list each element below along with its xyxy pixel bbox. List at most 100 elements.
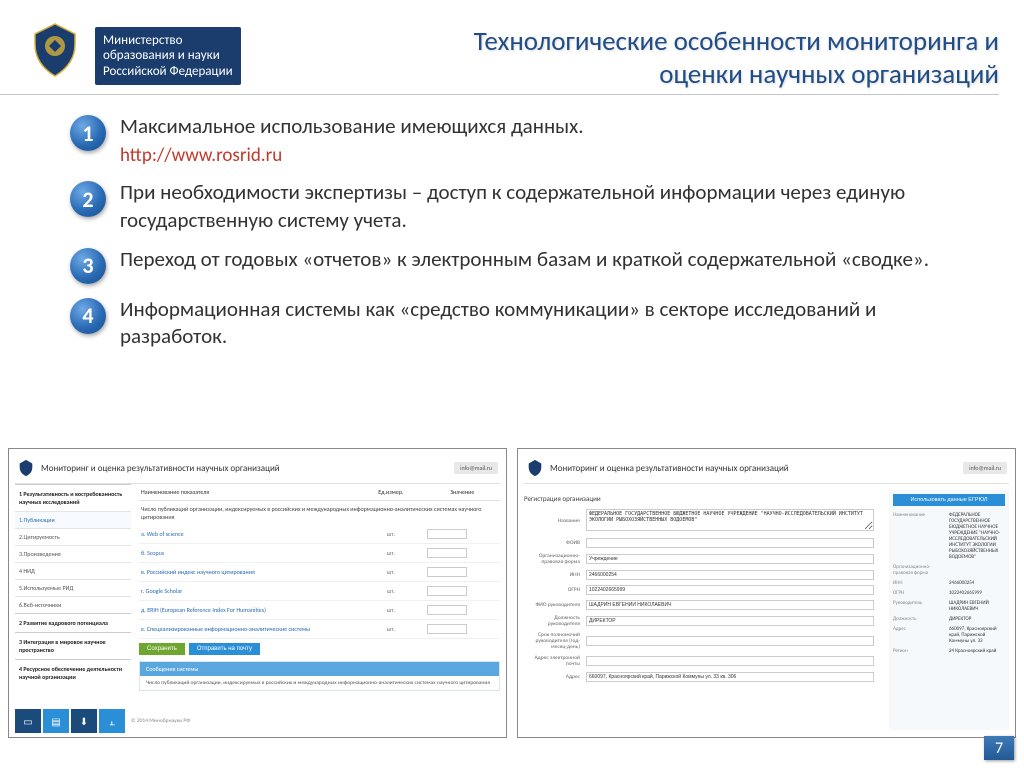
row-name: д. ERIH (European Reference Index For Hu… [141, 606, 355, 614]
sidebar-head-4[interactable]: 4 Ресурсное обеспечение деятельности нау… [15, 659, 131, 686]
shot2-title: Мониторинг и оценка результативности нау… [550, 463, 957, 474]
col-unit: Ед.измер. [355, 488, 426, 496]
item-1-url[interactable]: http://www.rosrid.ru [120, 144, 584, 167]
tile-doc-icon[interactable]: ▤ [43, 709, 69, 733]
table-row: д. ERIH (European Reference Index For Hu… [139, 601, 500, 620]
table-row: a. Web of scienceшт. [139, 525, 500, 544]
table-row: г. Google Scholarшт. [139, 582, 500, 601]
egrul-button[interactable]: Использовать данные ЕГРЮЛ [893, 494, 1005, 506]
shot1-sidebar: 1 Результативность и востребованность на… [15, 484, 135, 730]
email-field[interactable] [586, 656, 874, 666]
screenshot-1: Мониторинг и оценка результативности нау… [8, 448, 507, 738]
emblem-icon [17, 459, 35, 477]
ministry-line1: Министерство [103, 33, 233, 49]
ministry-line3: Российской Федерации [103, 64, 233, 80]
r-addr-val: 660097, Красноярский край, Парижской Ком… [949, 626, 1005, 644]
item-1-text: Максимальное использование имеющихся дан… [120, 113, 584, 140]
row-unit: шт. [355, 530, 426, 538]
badge-1: 1 [70, 115, 106, 151]
r-opf-val [949, 564, 1005, 576]
col-name: Наименование показателя [141, 488, 355, 496]
r-ogrn-lbl: ОГРН [893, 590, 949, 596]
opf-label: Организационно-правовая форма [524, 553, 586, 565]
value-input[interactable] [427, 529, 467, 539]
tile-briefcase-icon[interactable]: ▭ [15, 709, 41, 733]
send-button[interactable]: Отправить на почту [189, 643, 260, 655]
row-name: б. Scopus [141, 549, 355, 557]
row-unit: шт. [355, 549, 426, 557]
col-val: Значение [427, 488, 498, 496]
ministry-line2: образования и науки [103, 48, 233, 64]
table-header: Наименование показателя Ед.измер. Значен… [139, 484, 500, 501]
login-badge[interactable]: info@mail.ru [454, 462, 498, 474]
list-item: 4 Информационная системы как «средство к… [70, 296, 984, 351]
save-button[interactable]: Сохранить [139, 643, 185, 655]
r-ruk-lbl: Руководитель [893, 600, 949, 612]
fio-label: ФИО руководителя [524, 602, 586, 608]
foiv-field[interactable] [586, 538, 874, 548]
ministry-name: Министерство образования и науки Российс… [95, 27, 241, 86]
r-ruk-val: ШАДРИН ЕВГЕНИЙ НИКОЛАЕВИЧ [949, 600, 1005, 612]
r-name-lbl: Наименование [893, 512, 949, 560]
term-label: Срок полномочий руководителя (год-месяц-… [524, 632, 586, 650]
table-row: б. Scopusшт. [139, 544, 500, 563]
r-inn-val: 2466000254 [949, 580, 1005, 586]
item-2-text: При необходимости экспертизы – доступ к … [120, 179, 984, 234]
ogrn-field[interactable] [586, 585, 874, 595]
sidebar-item[interactable]: 6.Веб-источники [15, 596, 131, 613]
r-reg-val: 24 Красноярский край [949, 648, 1005, 654]
sidebar-item[interactable]: 1.Публикации [15, 511, 131, 528]
shot1-title: Мониторинг и оценка результативности нау… [41, 463, 448, 474]
fio-field[interactable] [586, 600, 874, 610]
tile-chart-icon[interactable]: ⫠ [99, 709, 125, 733]
value-input[interactable] [427, 567, 467, 577]
row-unit: шт. [355, 606, 426, 614]
r-reg-lbl: Регион [893, 648, 949, 654]
list-item: 1 Максимальное использование имеющихся д… [70, 113, 984, 167]
r-pos-val: ДИРЕКТОР [949, 616, 1005, 622]
sidebar-item[interactable]: 2.Цитируемость [15, 528, 131, 545]
name-field[interactable]: ФЕДЕРАЛЬНОЕ ГОСУДАРСТВЕННОЕ БЮДЖЕТНОЕ НА… [586, 509, 874, 531]
pos-field[interactable] [586, 616, 874, 626]
title-line1: Технологические особенности мониторинга … [241, 25, 999, 58]
badge-2: 2 [70, 181, 106, 217]
shot2-form: Регистрация организации НазваниеФЕДЕРАЛЬ… [524, 490, 889, 730]
badge-4: 4 [70, 298, 106, 334]
sidebar-head-1[interactable]: 1 Результативность и востребованность на… [15, 484, 131, 511]
shot1-main: Наименование показателя Ед.измер. Значен… [135, 484, 500, 730]
addr-field[interactable] [586, 672, 874, 682]
addr-label: Адрес [524, 674, 586, 680]
email-label: Адрес электронной почты [524, 655, 586, 667]
sidebar-head-3[interactable]: 3 Интеграция в мировое научное пространс… [15, 632, 131, 659]
shot2-header: Мониторинг и оценка результативности нау… [524, 455, 1009, 484]
term-field[interactable] [586, 636, 874, 646]
row-name: е. Специализированные информационно-анал… [141, 625, 355, 633]
sidebar-head-2[interactable]: 2 Развитие кадрового потенциала [15, 613, 131, 632]
name-label: Название [524, 518, 586, 524]
sidebar-item[interactable]: 4 НИД [15, 562, 131, 579]
r-ogrn-val: 1022402665999 [949, 590, 1005, 596]
tile-download-icon[interactable]: ⬇ [71, 709, 97, 733]
r-addr-lbl: Адрес [893, 626, 949, 644]
sidebar-item[interactable]: 5.Используемые РИД [15, 579, 131, 596]
foiv-label: ФОИВ [524, 540, 586, 546]
r-opf-lbl: Организационно-правовая форма [893, 564, 949, 576]
value-input[interactable] [427, 548, 467, 558]
row-name: г. Google Scholar [141, 587, 355, 595]
login-badge[interactable]: info@mail.ru [963, 462, 1007, 474]
opf-field[interactable] [586, 554, 874, 564]
value-input[interactable] [427, 624, 467, 634]
emblem-icon [526, 459, 544, 477]
table-section: Число публикаций организации, индексируе… [139, 501, 500, 525]
inn-field[interactable] [586, 570, 874, 580]
list-item: 2 При необходимости экспертизы – доступ … [70, 179, 984, 234]
sidebar-item[interactable]: 3.Произведения [15, 545, 131, 562]
item-4-text: Информационная системы как «средство ком… [120, 296, 984, 351]
sysmsg-body: Число публикаций организации, индексируе… [140, 676, 499, 690]
value-input[interactable] [427, 605, 467, 615]
shot2-section: Регистрация организации [524, 494, 889, 503]
table-row: в. Российский индекс научного цитировани… [139, 563, 500, 582]
row-val [427, 605, 498, 615]
row-val [427, 529, 498, 539]
value-input[interactable] [427, 586, 467, 596]
